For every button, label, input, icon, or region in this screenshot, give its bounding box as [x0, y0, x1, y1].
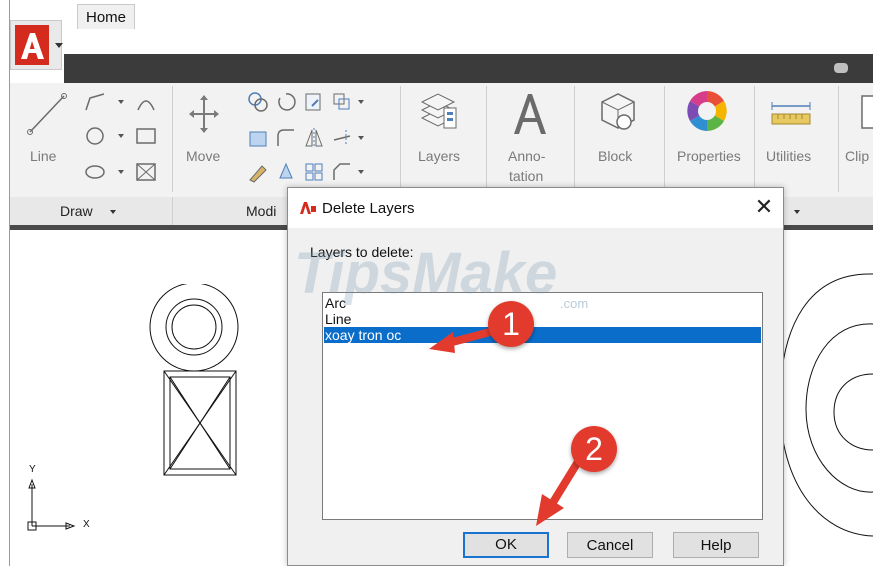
- step-2-marker: 2: [571, 426, 617, 472]
- fillet-icon[interactable]: [274, 126, 298, 150]
- erase-icon[interactable]: [246, 160, 270, 184]
- tab-insert[interactable]: Insert: [161, 0, 199, 29]
- tab-manage[interactable]: Manage: [509, 0, 563, 29]
- chevron-down-icon[interactable]: [358, 100, 364, 104]
- panel-divider: [754, 86, 755, 192]
- rotate-icon[interactable]: [274, 90, 298, 114]
- chevron-down-icon[interactable]: [358, 136, 364, 140]
- panel-divider: [574, 86, 575, 192]
- ok-button[interactable]: OK: [463, 532, 549, 558]
- autocad-window: Home Insert Annotate Parametric View Man…: [0, 0, 873, 566]
- block-icon[interactable]: [594, 88, 642, 138]
- chevron-down-icon[interactable]: [118, 134, 124, 138]
- copy-icon[interactable]: [246, 90, 270, 114]
- line-tool-label[interactable]: Line: [30, 148, 56, 164]
- tab-output[interactable]: Output: [599, 0, 644, 29]
- ribbon-toggle-icon[interactable]: [834, 63, 848, 73]
- ellipse-icon[interactable]: [82, 160, 110, 184]
- chevron-down-icon: [55, 43, 63, 48]
- extend-icon[interactable]: [330, 126, 354, 150]
- panel-divider: [172, 197, 173, 225]
- mirror-icon[interactable]: [302, 126, 326, 150]
- autocad-dialog-icon: [299, 201, 317, 215]
- panel-divider: [486, 86, 487, 192]
- help-button[interactable]: Help: [673, 532, 759, 558]
- panel-divider: [664, 86, 665, 192]
- chevron-down-icon[interactable]: [118, 100, 124, 104]
- circle-icon[interactable]: [82, 124, 110, 148]
- text-annotation-icon[interactable]: [508, 90, 552, 138]
- polyline-icon[interactable]: [82, 90, 110, 114]
- chevron-down-icon[interactable]: [118, 170, 124, 174]
- watermark-suffix: .com: [560, 296, 589, 311]
- explode-icon[interactable]: [274, 160, 298, 184]
- move-tool-label[interactable]: Move: [186, 148, 220, 164]
- chevron-down-icon[interactable]: [358, 170, 364, 174]
- hatch-icon[interactable]: [132, 160, 160, 184]
- ucs-y-label: Y: [29, 464, 36, 475]
- close-icon[interactable]: ✕: [752, 194, 776, 220]
- layers-tool-label[interactable]: Layers: [418, 148, 460, 164]
- measure-icon[interactable]: [768, 100, 814, 130]
- tab-parametric[interactable]: Parametric: [332, 0, 405, 29]
- arc-icon[interactable]: [132, 90, 160, 114]
- modify-panel-label[interactable]: Modi: [246, 203, 276, 219]
- layer-list-item[interactable]: Line: [325, 311, 351, 327]
- ribbon-tab-bar: [64, 54, 873, 83]
- drawing-bolt-shape[interactable]: [140, 284, 250, 484]
- chevron-down-icon[interactable]: [794, 210, 800, 214]
- annotation-tool-label[interactable]: Anno-: [508, 148, 545, 164]
- stretch-icon[interactable]: [330, 90, 354, 114]
- chevron-down-icon[interactable]: [110, 210, 116, 214]
- panel-divider: [400, 86, 401, 192]
- watermark-text: TipsMake: [294, 241, 558, 306]
- trim-icon[interactable]: [302, 90, 326, 114]
- layers-icon[interactable]: [418, 88, 462, 138]
- dialog-title-bar[interactable]: Delete Layers ✕: [288, 188, 783, 228]
- draw-panel-label[interactable]: Draw: [60, 203, 93, 219]
- autocad-logo-icon: [15, 25, 49, 65]
- utilities-tool-label[interactable]: Utilities: [766, 148, 811, 164]
- annotation-tool-label-2[interactable]: tation: [509, 168, 543, 184]
- tab-home[interactable]: Home: [77, 4, 136, 29]
- dialog-title: Delete Layers: [322, 200, 415, 217]
- properties-tool-label[interactable]: Properties: [677, 148, 741, 164]
- cancel-button[interactable]: Cancel: [567, 532, 653, 558]
- chamfer-icon[interactable]: [330, 160, 354, 184]
- panel-divider: [838, 86, 839, 192]
- tab-annotate[interactable]: Annotate: [233, 0, 293, 29]
- ucs-x-label: X: [83, 519, 90, 530]
- move-icon[interactable]: [186, 92, 222, 136]
- tab-view[interactable]: View: [442, 0, 474, 29]
- line-icon[interactable]: [22, 88, 70, 140]
- block-tool-label[interactable]: Block: [598, 148, 632, 164]
- color-wheel-icon[interactable]: [684, 88, 730, 134]
- panel-divider: [172, 86, 173, 192]
- application-menu-button[interactable]: [10, 20, 63, 70]
- rectangle-icon[interactable]: [132, 124, 160, 148]
- drawing-spiral-shape[interactable]: [770, 264, 873, 554]
- layer-list-item-selected[interactable]: xoay tron oc: [324, 327, 761, 343]
- tab-express-tools[interactable]: Express Tools: [685, 0, 778, 29]
- offset-icon[interactable]: [246, 126, 270, 150]
- step-1-marker: 1: [488, 301, 534, 347]
- window-edge: [9, 0, 10, 566]
- array-icon[interactable]: [302, 160, 326, 184]
- clipboard-icon[interactable]: [858, 92, 873, 132]
- clipboard-tool-label[interactable]: Clip: [845, 148, 869, 164]
